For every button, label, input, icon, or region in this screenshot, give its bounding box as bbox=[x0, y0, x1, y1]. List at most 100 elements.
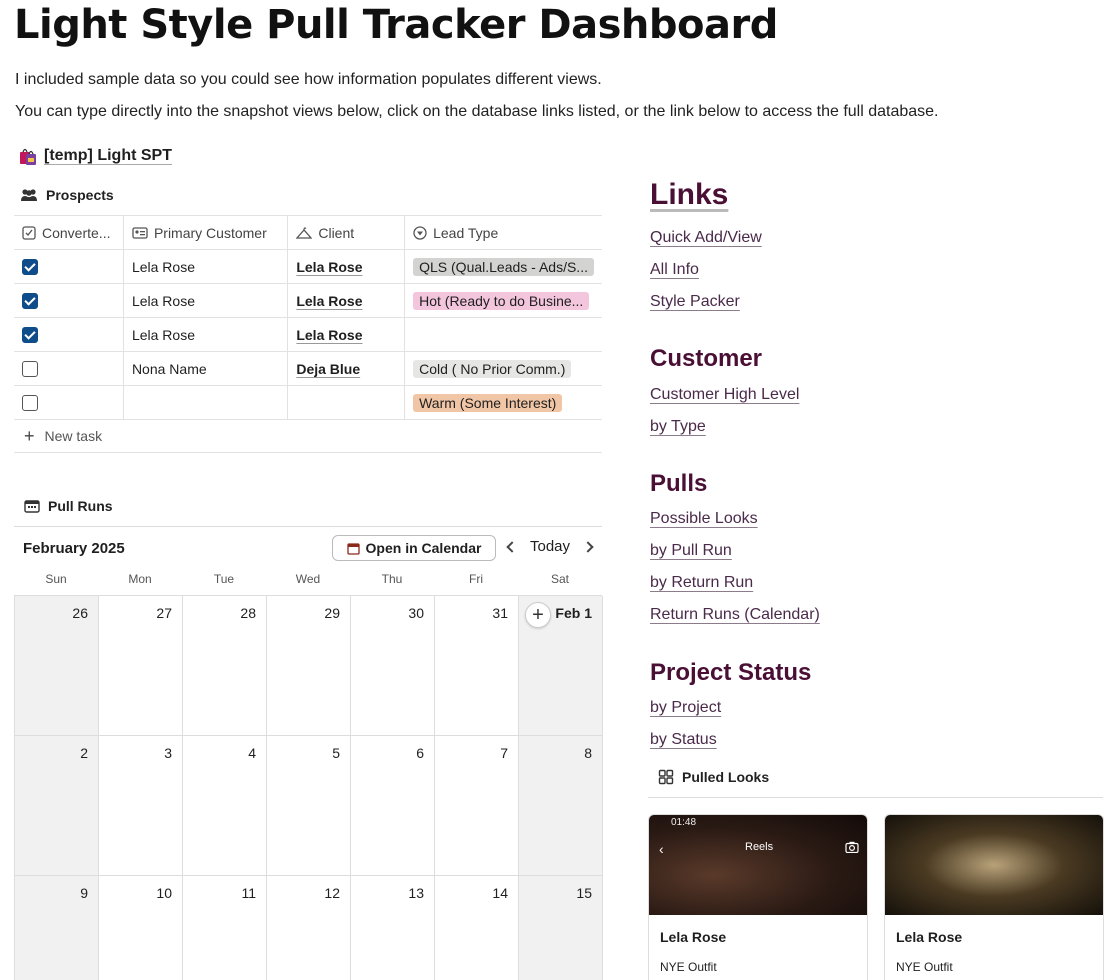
new-task-button[interactable]: + New task bbox=[14, 419, 602, 453]
open-in-calendar-button[interactable]: Open in Calendar bbox=[332, 535, 496, 561]
converted-cell[interactable] bbox=[14, 317, 124, 352]
day-number: Feb 1 bbox=[555, 605, 592, 621]
calendar-day[interactable]: 28 bbox=[183, 596, 267, 736]
primary-customer-cell[interactable]: Lela Rose bbox=[123, 317, 289, 352]
weekday-label: Sat bbox=[550, 572, 569, 586]
calendar-day[interactable]: 15 bbox=[519, 876, 603, 980]
converted-cell[interactable] bbox=[14, 283, 124, 318]
client-link[interactable]: Lela Rose bbox=[296, 259, 362, 275]
link-by-type[interactable]: by Type bbox=[650, 418, 706, 436]
primary-customer-value: Nona Name bbox=[131, 360, 207, 377]
chevron-right-icon[interactable] bbox=[582, 540, 594, 553]
calendar-icon bbox=[346, 542, 360, 555]
primary-customer-cell[interactable] bbox=[123, 385, 289, 420]
calendar-day[interactable]: 27 bbox=[99, 596, 183, 736]
reels-label: Reels bbox=[745, 841, 774, 853]
day-number: 6 bbox=[416, 745, 424, 761]
calendar-day[interactable]: 5 bbox=[267, 736, 351, 876]
calendar-day[interactable]: 3 bbox=[99, 736, 183, 876]
converted-cell[interactable] bbox=[14, 351, 124, 386]
day-number: 8 bbox=[584, 745, 592, 761]
look-card[interactable]: Lela Rose NYE Outfit bbox=[884, 814, 1104, 980]
converted-checkbox[interactable] bbox=[22, 395, 38, 412]
link-by-status[interactable]: by Status bbox=[650, 731, 717, 749]
back-icon: ‹ bbox=[659, 841, 664, 857]
day-number: 27 bbox=[156, 605, 172, 621]
id-card-icon bbox=[132, 226, 148, 239]
client-link[interactable]: Deja Blue bbox=[296, 361, 360, 377]
primary-customer-value: Lela Rose bbox=[131, 326, 195, 343]
lead-type-cell[interactable]: Hot (Ready to do Busine... bbox=[404, 283, 602, 318]
column-header-primary-customer[interactable]: Primary Customer bbox=[123, 215, 289, 250]
primary-customer-cell[interactable]: Nona Name bbox=[123, 351, 289, 386]
table-row[interactable]: Lela Rose Lela Rose Hot (Ready to do Busin… bbox=[14, 283, 602, 318]
look-card[interactable]: 01:48 ‹ Reels Lela Rose NYE Outfit bbox=[648, 814, 868, 980]
link-customer-high-level[interactable]: Customer High Level bbox=[650, 386, 799, 404]
calendar-day[interactable]: 13 bbox=[351, 876, 435, 980]
lead-type-cell[interactable]: Cold ( No Prior Comm.) bbox=[404, 351, 602, 386]
link-by-return-run[interactable]: by Return Run bbox=[650, 574, 753, 592]
converted-checkbox[interactable] bbox=[22, 327, 38, 344]
intro-text-2: You can type directly into the snapshot … bbox=[15, 103, 939, 120]
link-return-runs-calendar[interactable]: Return Runs (Calendar) bbox=[650, 606, 820, 624]
lead-type-cell[interactable]: Warm (Some Interest) bbox=[404, 385, 602, 420]
database-link[interactable]: [temp] Light SPT bbox=[18, 146, 172, 166]
link-quick-add-view[interactable]: Quick Add/View bbox=[650, 229, 762, 247]
chevron-left-icon[interactable] bbox=[506, 540, 518, 553]
pull-runs-header[interactable]: Pull Runs bbox=[24, 498, 113, 514]
table-row[interactable]: Warm (Some Interest) bbox=[14, 385, 602, 420]
weekday-label: Thu bbox=[381, 572, 403, 586]
calendar-day[interactable]: 10 bbox=[99, 876, 183, 980]
calendar-day[interactable]: 12 bbox=[267, 876, 351, 980]
client-link[interactable]: Lela Rose bbox=[296, 293, 362, 309]
table-row[interactable]: Lela Rose Lela Rose QLS (Qual.Leads - Ads/… bbox=[14, 249, 602, 284]
calendar-day[interactable]: 31 bbox=[435, 596, 519, 736]
link-all-info[interactable]: All Info bbox=[650, 261, 699, 279]
day-number: 15 bbox=[576, 885, 592, 901]
prospects-header[interactable]: Prospects bbox=[20, 187, 114, 203]
day-number: 10 bbox=[156, 885, 172, 901]
converted-checkbox[interactable] bbox=[22, 361, 38, 378]
link-style-packer[interactable]: Style Packer bbox=[650, 293, 740, 311]
client-cell[interactable] bbox=[287, 385, 406, 420]
calendar-day[interactable]: 9 bbox=[15, 876, 99, 980]
primary-customer-cell[interactable]: Lela Rose bbox=[123, 249, 289, 284]
calendar-day[interactable]: 4 bbox=[183, 736, 267, 876]
converted-checkbox[interactable] bbox=[22, 293, 38, 310]
client-cell[interactable]: Lela Rose bbox=[287, 249, 406, 284]
today-button[interactable]: Today bbox=[530, 538, 570, 555]
calendar-day[interactable]: 30 bbox=[351, 596, 435, 736]
column-header-client[interactable]: Client bbox=[287, 215, 406, 250]
calendar-day[interactable]: 11 bbox=[183, 876, 267, 980]
primary-customer-value: Lela Rose bbox=[131, 258, 195, 275]
add-event-button[interactable]: + bbox=[525, 602, 551, 628]
calendar-day[interactable]: 2 bbox=[15, 736, 99, 876]
lead-type-cell[interactable] bbox=[404, 317, 602, 352]
table-row[interactable]: Nona Name Deja Blue Cold ( No Prior Comm.) bbox=[14, 351, 602, 386]
client-cell[interactable]: Lela Rose bbox=[287, 317, 406, 352]
link-by-pull-run[interactable]: by Pull Run bbox=[650, 542, 732, 560]
calendar-day[interactable]: 7 bbox=[435, 736, 519, 876]
link-by-project[interactable]: by Project bbox=[650, 699, 721, 717]
lead-type-cell[interactable]: QLS (Qual.Leads - Ads/S... bbox=[404, 249, 602, 284]
primary-customer-cell[interactable]: Lela Rose bbox=[123, 283, 289, 318]
client-cell[interactable]: Deja Blue bbox=[287, 351, 406, 386]
link-possible-looks[interactable]: Possible Looks bbox=[650, 510, 758, 528]
calendar-day[interactable]: 8 bbox=[519, 736, 603, 876]
column-header-converted[interactable]: Converte... bbox=[14, 215, 124, 250]
pulled-looks-header[interactable]: Pulled Looks bbox=[658, 769, 769, 785]
converted-checkbox[interactable] bbox=[22, 259, 38, 276]
table-row[interactable]: Lela Rose Lela Rose bbox=[14, 317, 602, 352]
client-link[interactable]: Lela Rose bbox=[296, 327, 362, 343]
converted-cell[interactable] bbox=[14, 385, 124, 420]
column-header-lead-type[interactable]: Lead Type bbox=[404, 215, 602, 250]
calendar-day[interactable]: 26 bbox=[15, 596, 99, 736]
day-number: 30 bbox=[408, 605, 424, 621]
divider bbox=[14, 526, 602, 527]
calendar-day[interactable]: 14 bbox=[435, 876, 519, 980]
calendar-day[interactable]: + Feb 1 bbox=[519, 596, 603, 736]
converted-cell[interactable] bbox=[14, 249, 124, 284]
calendar-day[interactable]: 6 bbox=[351, 736, 435, 876]
client-cell[interactable]: Lela Rose bbox=[287, 283, 406, 318]
calendar-day[interactable]: 29 bbox=[267, 596, 351, 736]
